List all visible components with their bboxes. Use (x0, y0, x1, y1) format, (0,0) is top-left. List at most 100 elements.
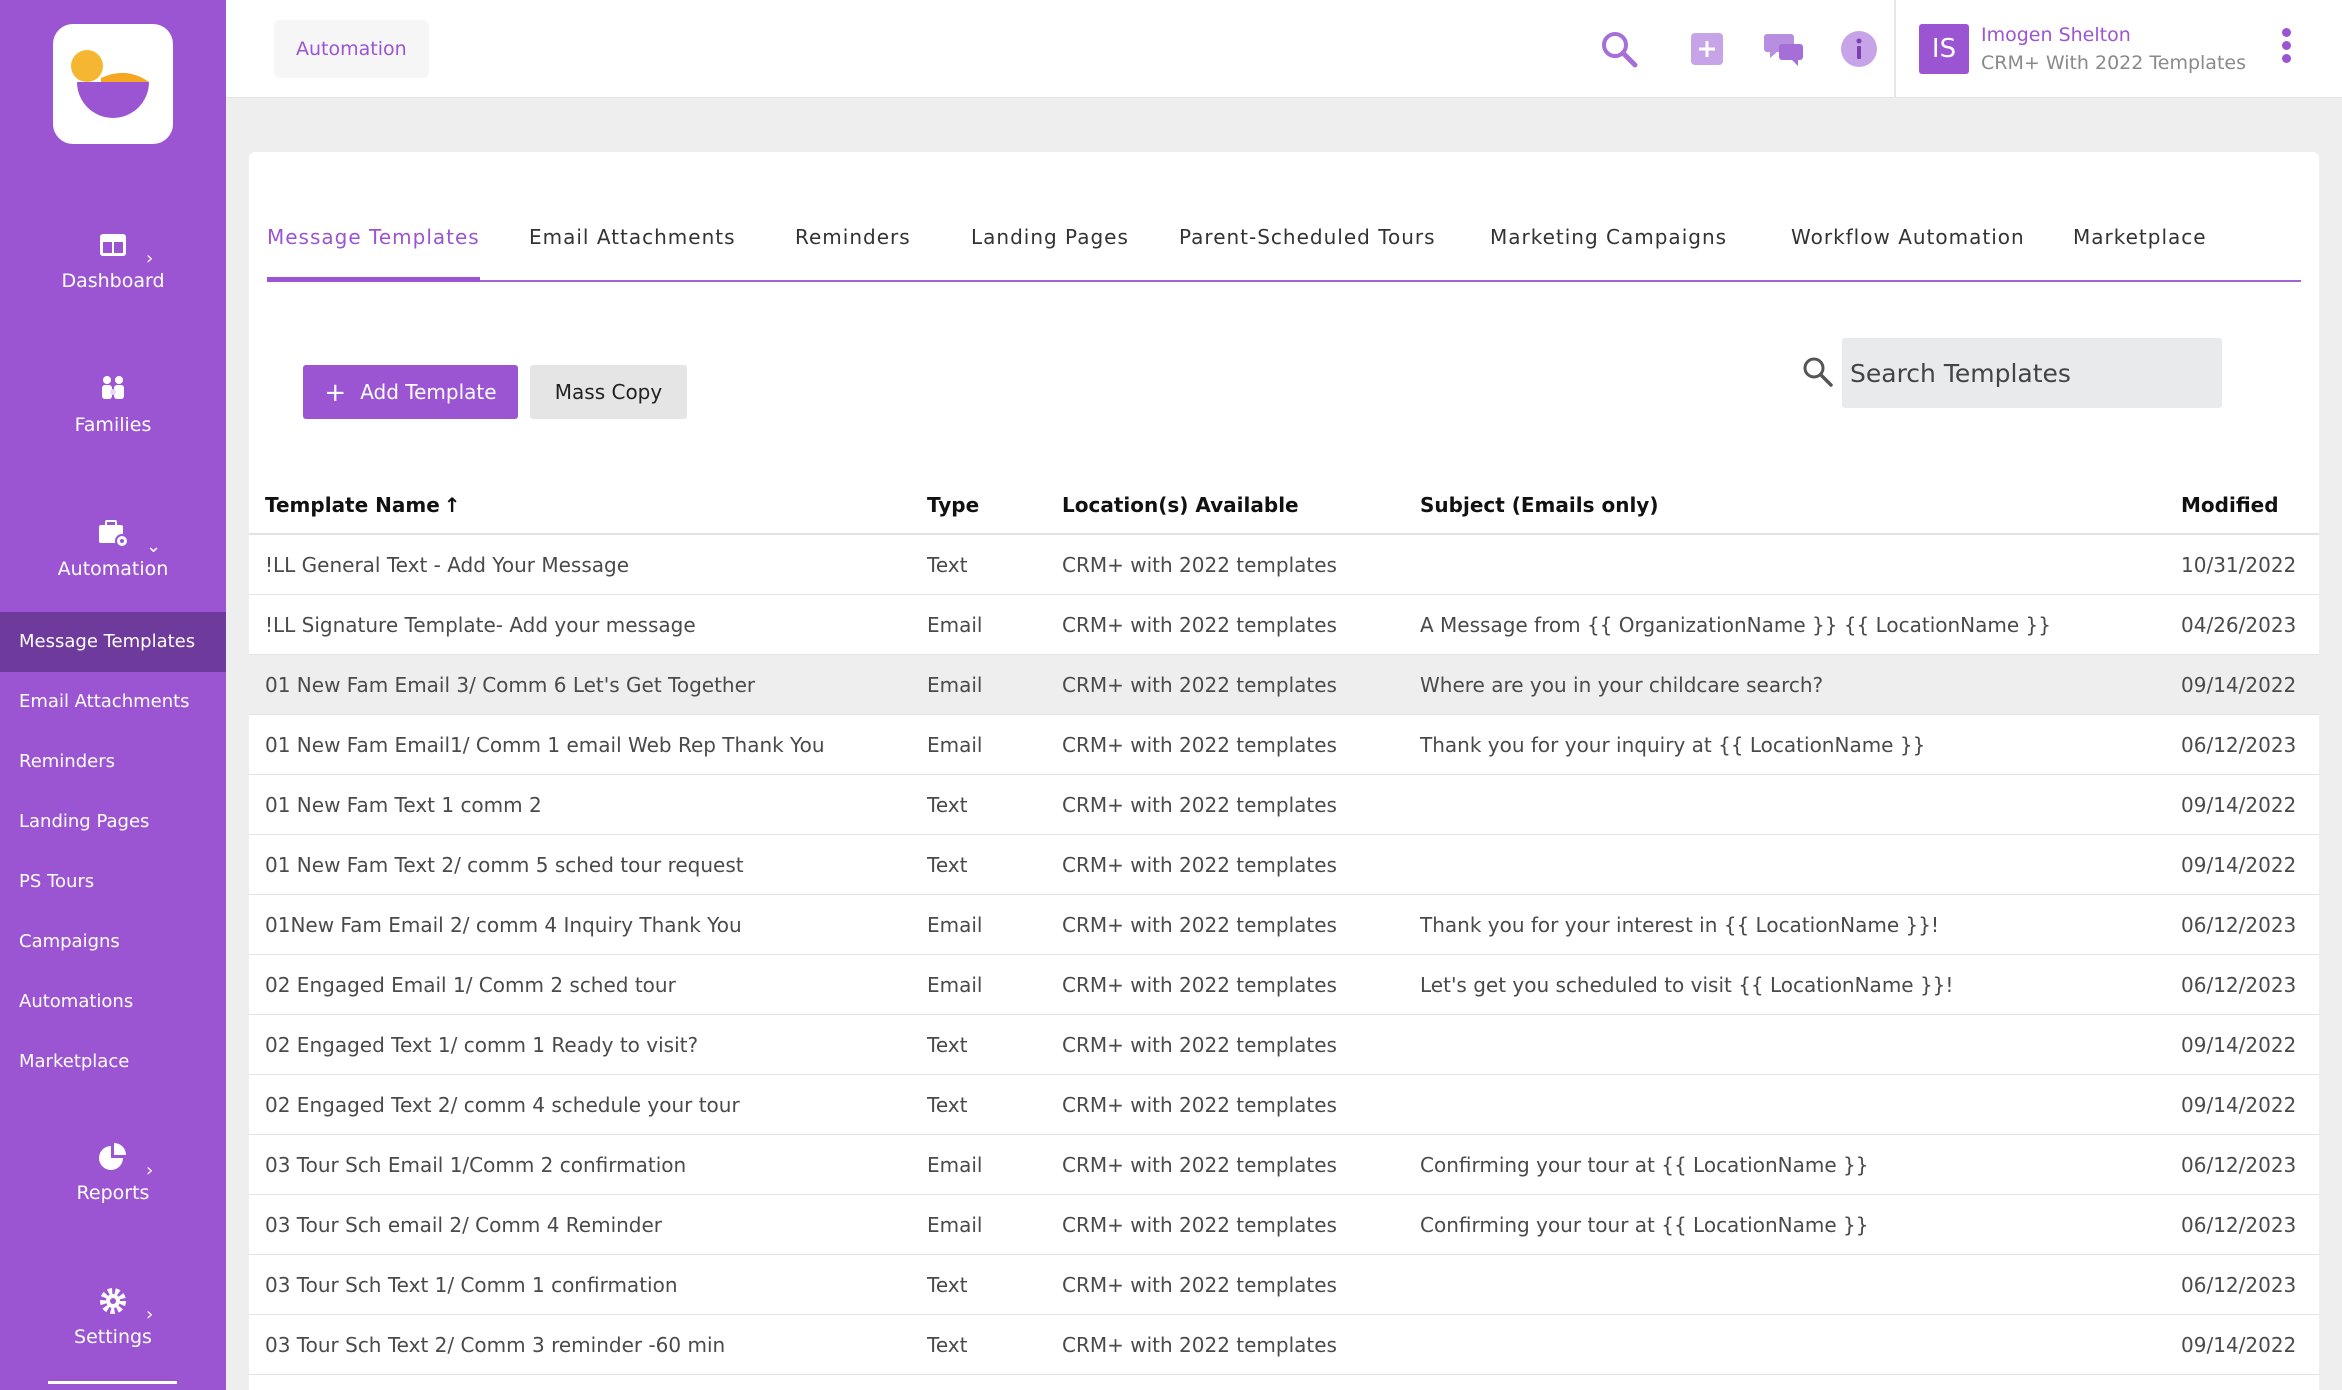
cell-subject: Confirming your tour at {{ LocationName … (1420, 1153, 1869, 1177)
nav-families-label: Families (74, 414, 152, 436)
table-row[interactable]: !LL Signature Template- Add your message… (249, 595, 2319, 655)
cell-modified: 04/26/2023 (2181, 613, 2297, 637)
cell-location: CRM+ with 2022 templates (1062, 1333, 1337, 1357)
more-menu-icon[interactable] (2276, 28, 2296, 70)
cell-type: Text (927, 853, 968, 877)
sort-arrow-icon: ↑ (443, 493, 461, 517)
breadcrumb[interactable]: Automation (274, 20, 429, 78)
cell-type: Email (927, 973, 983, 997)
table-row[interactable]: 01 New Fam Email1/ Comm 1 email Web Rep … (249, 715, 2319, 775)
tab-message-templates[interactable]: Message Templates (267, 212, 480, 282)
cell-modified: 10/31/2022 (2181, 553, 2297, 577)
main-panel: Message Templates Email Attachments Remi… (249, 152, 2319, 1390)
column-header-subject[interactable]: Subject (Emails only) (1420, 475, 1659, 535)
user-organization: CRM+ With 2022 Templates (1981, 52, 2246, 74)
table-row[interactable]: 02 Engaged Text 1/ comm 1 Ready to visit… (249, 1015, 2319, 1075)
info-icon[interactable] (1838, 28, 1880, 70)
plus-icon[interactable] (1686, 28, 1728, 70)
cell-location: CRM+ with 2022 templates (1062, 673, 1337, 697)
cell-template-name: 01 New Fam Email 3/ Comm 6 Let's Get Tog… (265, 673, 756, 697)
gear-icon (100, 1288, 126, 1314)
tab-reminders[interactable]: Reminders (795, 212, 911, 282)
avatar[interactable]: IS (1919, 24, 1969, 74)
table-row[interactable]: 02 Engaged Email 1/ Comm 2 sched tour Ema… (249, 955, 2319, 1015)
tab-landing-pages[interactable]: Landing Pages (971, 212, 1129, 282)
templates-table: Template Name ↑ Type Location(s) Availabl… (249, 475, 2319, 1375)
cell-template-name: 01 New Fam Email1/ Comm 1 email Web Rep … (265, 733, 825, 757)
sidebar-item-message-templates[interactable]: Message Templates (0, 612, 226, 672)
sidebar-item-automations[interactable]: Automations (0, 972, 226, 1032)
cell-type: Text (927, 793, 968, 817)
nav-dashboard-label: Dashboard (61, 270, 165, 292)
search-icon[interactable] (1598, 28, 1640, 70)
tab-email-attachments[interactable]: Email Attachments (529, 212, 736, 282)
search-templates-input[interactable] (1842, 338, 2222, 408)
search-icon (1803, 357, 1833, 387)
tab-bar: Message Templates Email Attachments Remi… (267, 212, 2301, 282)
cell-location: CRM+ with 2022 templates (1062, 1033, 1337, 1057)
cell-modified: 06/12/2023 (2181, 1273, 2297, 1297)
cell-type: Email (927, 1213, 983, 1237)
tab-marketing-campaigns[interactable]: Marketing Campaigns (1490, 212, 1727, 282)
mass-copy-button[interactable]: Mass Copy (530, 365, 687, 419)
top-bar: Automation IS Imogen Shelton CRM+ With 2… (226, 0, 2342, 98)
nav-settings[interactable]: Settings › (0, 1284, 226, 1348)
cell-template-name: 01 New Fam Text 2/ comm 5 sched tour req… (265, 853, 744, 877)
cell-location: CRM+ with 2022 templates (1062, 793, 1337, 817)
cell-modified: 09/14/2022 (2181, 1093, 2297, 1117)
sidebar-item-reminders[interactable]: Reminders (0, 732, 226, 792)
table-header: Template Name ↑ Type Location(s) Availabl… (249, 475, 2319, 535)
chevron-right-icon: › (146, 1304, 154, 1325)
table-row[interactable]: 02 Engaged Text 2/ comm 4 schedule your … (249, 1075, 2319, 1135)
sidebar-item-email-attachments[interactable]: Email Attachments (0, 672, 226, 732)
chat-icon[interactable] (1764, 28, 1806, 70)
column-header-type[interactable]: Type (927, 475, 979, 535)
reports-pie-icon (99, 1143, 126, 1170)
column-header-location[interactable]: Location(s) Available (1062, 475, 1299, 535)
table-body: !LL General Text - Add Your Message Text C… (249, 535, 2319, 1375)
table-row[interactable]: !LL General Text - Add Your Message Text C… (249, 535, 2319, 595)
cell-location: CRM+ with 2022 templates (1062, 913, 1337, 937)
tab-parent-scheduled-tours[interactable]: Parent-Scheduled Tours (1179, 212, 1436, 282)
cell-modified: 09/14/2022 (2181, 793, 2297, 817)
column-header-modified[interactable]: Modified (2181, 475, 2279, 535)
sidebar-item-marketplace[interactable]: Marketplace (0, 1032, 226, 1092)
table-row[interactable]: 01 New Fam Email 3/ Comm 6 Let's Get Tog… (249, 655, 2319, 715)
cell-location: CRM+ with 2022 templates (1062, 1273, 1337, 1297)
column-header-template-name[interactable]: Template Name ↑ (265, 475, 461, 535)
user-name[interactable]: Imogen Shelton (1981, 24, 2131, 46)
table-row[interactable]: 03 Tour Sch Email 1/Comm 2 confirmation E… (249, 1135, 2319, 1195)
nav-automation[interactable]: Automation ⌄ (0, 516, 226, 580)
add-template-button[interactable]: + Add Template (303, 365, 518, 419)
nav-families[interactable]: Families (0, 372, 226, 436)
cell-modified: 06/12/2023 (2181, 1213, 2297, 1237)
app-logo[interactable] (53, 24, 173, 144)
table-row[interactable]: 03 Tour Sch Text 1/ Comm 1 confirmation T… (249, 1255, 2319, 1315)
table-row[interactable]: 03 Tour Sch email 2/ Comm 4 Reminder Emai… (249, 1195, 2319, 1255)
cell-modified: 09/14/2022 (2181, 853, 2297, 877)
sidebar-item-ps-tours[interactable]: PS Tours (0, 852, 226, 912)
table-row[interactable]: 01 New Fam Text 1 comm 2 Text CRM+ with 20… (249, 775, 2319, 835)
cell-type: Email (927, 613, 983, 637)
chevron-down-icon: ⌄ (146, 536, 162, 557)
cell-template-name: !LL General Text - Add Your Message (265, 553, 630, 577)
column-header-label: Template Name (265, 493, 440, 517)
table-row[interactable]: 01 New Fam Text 2/ comm 5 sched tour req… (249, 835, 2319, 895)
nav-automation-label: Automation (57, 558, 169, 580)
table-row[interactable]: 03 Tour Sch Text 2/ Comm 3 reminder -60 … (249, 1315, 2319, 1375)
active-indicator (48, 1381, 177, 1384)
nav-dashboard[interactable]: Dashboard › (0, 228, 226, 292)
families-icon (102, 376, 124, 399)
table-row[interactable]: 01New Fam Email 2/ comm 4 Inquiry Thank … (249, 895, 2319, 955)
cell-subject: Confirming your tour at {{ LocationName … (1420, 1213, 1869, 1237)
cell-location: CRM+ with 2022 templates (1062, 973, 1337, 997)
cell-subject: Where are you in your childcare search? (1420, 673, 1824, 697)
cell-location: CRM+ with 2022 templates (1062, 733, 1337, 757)
sidebar-item-landing-pages[interactable]: Landing Pages (0, 792, 226, 852)
tab-marketplace[interactable]: Marketplace (2073, 212, 2207, 282)
cell-template-name: 03 Tour Sch email 2/ Comm 4 Reminder (265, 1213, 663, 1237)
cell-modified: 06/12/2023 (2181, 913, 2297, 937)
tab-workflow-automation[interactable]: Workflow Automation (1791, 212, 2025, 282)
sidebar-item-campaigns[interactable]: Campaigns (0, 912, 226, 972)
nav-reports[interactable]: Reports › (0, 1140, 226, 1204)
